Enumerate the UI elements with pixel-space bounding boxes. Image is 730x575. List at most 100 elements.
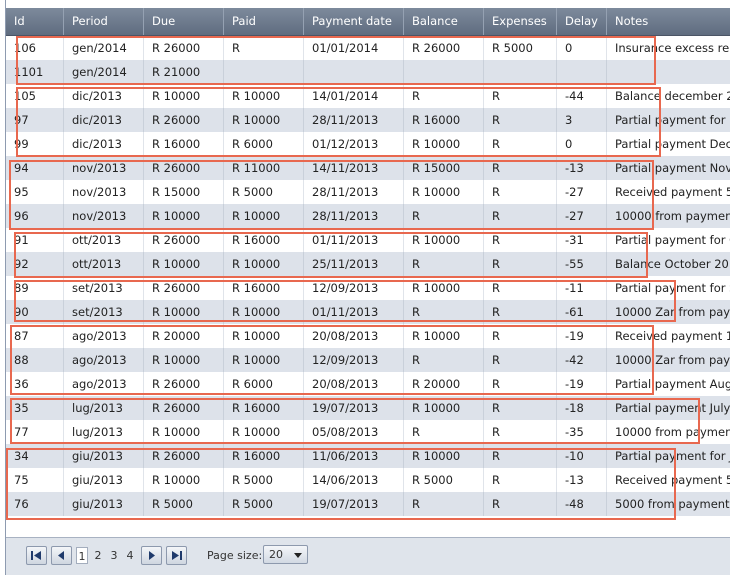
cell-id: 1101 (6, 60, 64, 84)
grid-header: Id Period Due Paid Payment date Balance Expens… (6, 8, 730, 36)
cell-expenses: R (484, 420, 557, 444)
cell-paid: R 10000 (224, 252, 304, 276)
cell-paid: R 5000 (224, 492, 304, 516)
cell-due: R 5000 (144, 492, 224, 516)
table-row[interactable]: 99 dic/2013 R 16000 R 6000 01/12/2013 R 10000… (6, 132, 730, 156)
cell-delay: -11 (557, 276, 607, 300)
cell-due: R 10000 (144, 348, 224, 372)
cell-due: R 26000 (144, 372, 224, 396)
page-number[interactable]: 3 (108, 547, 120, 564)
cell-due: R 15000 (144, 180, 224, 204)
table-row[interactable]: 90 set/2013 R 10000 R 10000 01/11/2013 R R -61 1… (6, 300, 730, 324)
table-row[interactable]: 95 nov/2013 R 15000 R 5000 28/11/2013 R 10000… (6, 180, 730, 204)
cell-expenses: R (484, 468, 557, 492)
table-row[interactable]: 89 set/2013 R 26000 R 16000 12/09/2013 R 1000… (6, 276, 730, 300)
cell-paid: R 6000 (224, 132, 304, 156)
cell-notes: Partial payment for O (607, 228, 730, 252)
cell-id: 92 (6, 252, 64, 276)
table-row[interactable]: 87 ago/2013 R 20000 R 10000 20/08/2013 R 1000… (6, 324, 730, 348)
first-page-button[interactable] (26, 546, 47, 565)
cell-period: giu/2013 (64, 468, 144, 492)
table-row[interactable]: 105 dic/2013 R 10000 R 10000 14/01/2014 R R -44… (6, 84, 730, 108)
cell-expenses (484, 60, 557, 84)
table-row[interactable]: 75 giu/2013 R 10000 R 5000 14/06/2013 R 5000 R… (6, 468, 730, 492)
cell-period: ott/2013 (64, 252, 144, 276)
cell-payment-date: 14/01/2014 (304, 84, 404, 108)
table-row[interactable]: 91 ott/2013 R 26000 R 16000 01/11/2013 R 1000… (6, 228, 730, 252)
cell-delay: -18 (557, 396, 607, 420)
page-size-select[interactable]: 20 (263, 545, 308, 564)
table-row[interactable]: 76 giu/2013 R 5000 R 5000 19/07/2013 R R -48 500… (6, 492, 730, 516)
table-row[interactable]: 88 ago/2013 R 10000 R 10000 12/09/2013 R R -42 1… (6, 348, 730, 372)
column-header-expenses[interactable]: Expenses (484, 8, 557, 35)
cell-notes (607, 60, 730, 84)
cell-notes: Partial payment July (607, 396, 730, 420)
cell-balance: R 10000 (404, 444, 484, 468)
cell-due: R 26000 (144, 396, 224, 420)
table-row[interactable]: 96 nov/2013 R 10000 R 10000 28/11/2013 R R -27 1… (6, 204, 730, 228)
cell-period: gen/2014 (64, 36, 144, 60)
cell-payment-date: 12/09/2013 (304, 276, 404, 300)
cell-balance: R (404, 492, 484, 516)
cell-balance: R 16000 (404, 108, 484, 132)
next-page-button[interactable] (141, 546, 162, 565)
column-header-id[interactable]: Id (6, 8, 64, 35)
cell-balance: R (404, 300, 484, 324)
last-page-button[interactable] (166, 546, 187, 565)
column-header-balance[interactable]: Balance (404, 8, 484, 35)
cell-balance: R (404, 252, 484, 276)
cell-balance: R (404, 420, 484, 444)
page-number[interactable]: 4 (124, 547, 136, 564)
cell-paid: R 10000 (224, 348, 304, 372)
table-row[interactable]: 92 ott/2013 R 10000 R 10000 25/11/2013 R R -55 B… (6, 252, 730, 276)
cell-notes: Partial payment Aug (607, 372, 730, 396)
table-row[interactable]: 36 ago/2013 R 26000 R 6000 20/08/2013 R 20000… (6, 372, 730, 396)
cell-payment-date: 28/11/2013 (304, 180, 404, 204)
column-header-period[interactable]: Period (64, 8, 144, 35)
cell-due: R 26000 (144, 36, 224, 60)
cell-payment-date: 12/09/2013 (304, 348, 404, 372)
cell-id: 35 (6, 396, 64, 420)
column-header-delay[interactable]: Delay (557, 8, 607, 35)
table-row[interactable]: 34 giu/2013 R 26000 R 16000 11/06/2013 R 1000… (6, 444, 730, 468)
column-header-due[interactable]: Due (144, 8, 224, 35)
page-size-value: 20 (269, 548, 283, 561)
cell-period: nov/2013 (64, 156, 144, 180)
cell-delay: -44 (557, 84, 607, 108)
cell-due: R 20000 (144, 324, 224, 348)
cell-due: R 10000 (144, 300, 224, 324)
previous-page-button[interactable] (51, 546, 72, 565)
cell-balance: R 10000 (404, 132, 484, 156)
page-number[interactable]: 2 (92, 547, 104, 564)
table-row[interactable]: 77 lug/2013 R 10000 R 10000 05/08/2013 R R -35 1… (6, 420, 730, 444)
cell-notes: Partial payment Dece (607, 132, 730, 156)
cell-payment-date: 19/07/2013 (304, 396, 404, 420)
cell-id: 106 (6, 36, 64, 60)
table-row[interactable]: 35 lug/2013 R 26000 R 16000 19/07/2013 R 1000… (6, 396, 730, 420)
cell-paid: R 10000 (224, 204, 304, 228)
column-header-paid[interactable]: Paid (224, 8, 304, 35)
cell-payment-date (304, 60, 404, 84)
cell-payment-date: 14/11/2013 (304, 156, 404, 180)
cell-due: R 16000 (144, 132, 224, 156)
table-row[interactable]: 97 dic/2013 R 26000 R 10000 28/11/2013 R 1600… (6, 108, 730, 132)
column-header-notes[interactable]: Notes (607, 8, 730, 35)
column-header-payment-date[interactable]: Payment date (304, 8, 404, 35)
cell-expenses: R (484, 276, 557, 300)
first-page-icon (31, 551, 41, 560)
table-row[interactable]: 94 nov/2013 R 26000 R 11000 14/11/2013 R 1500… (6, 156, 730, 180)
cell-balance (404, 60, 484, 84)
cell-paid (224, 60, 304, 84)
cell-due: R 26000 (144, 228, 224, 252)
cell-notes: 5000 from payment (607, 492, 730, 516)
cell-expenses: R (484, 84, 557, 108)
page-number-current[interactable]: 1 (76, 547, 88, 564)
cell-expenses: R (484, 348, 557, 372)
table-row[interactable]: 1101 gen/2014 R 21000 (6, 60, 730, 84)
cell-period: dic/2013 (64, 132, 144, 156)
cell-payment-date: 01/01/2014 (304, 36, 404, 60)
cell-period: giu/2013 (64, 444, 144, 468)
table-row[interactable]: 106 gen/2014 R 26000 R 01/01/2014 R 26000 R 50… (6, 36, 730, 60)
cell-period: nov/2013 (64, 180, 144, 204)
cell-expenses: R (484, 108, 557, 132)
